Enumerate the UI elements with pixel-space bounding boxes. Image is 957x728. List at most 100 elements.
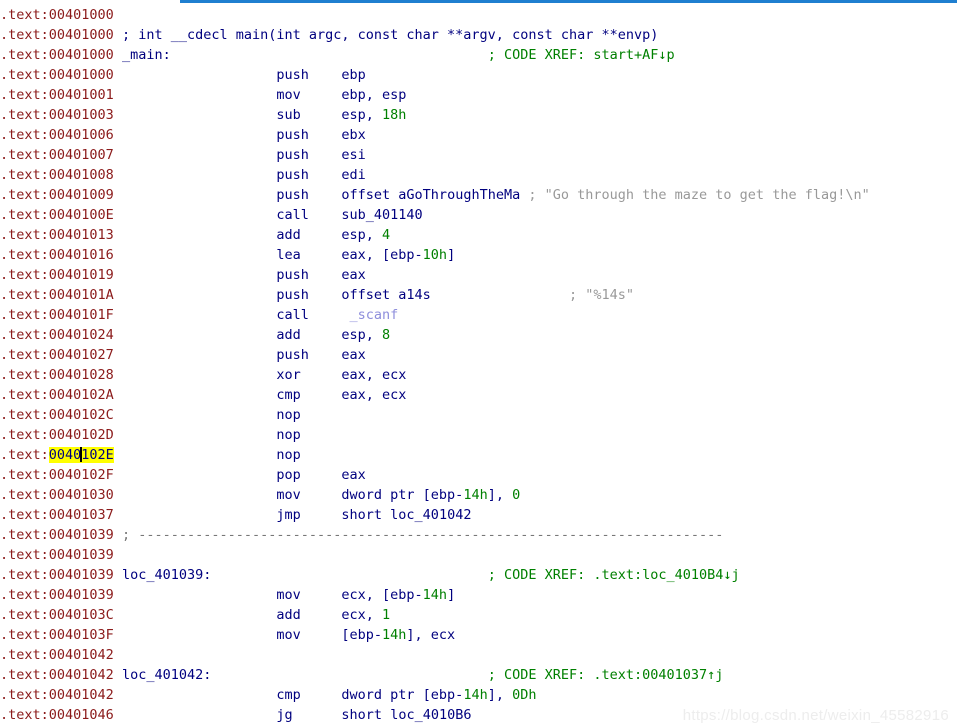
line-address[interactable]: .text:00401037 — [0, 507, 114, 523]
line-address[interactable]: .text:00401000 — [0, 47, 114, 63]
disassembly-line[interactable]: .text:00401042 — [0, 645, 957, 665]
cursor-highlighted-address[interactable]: 0040102E — [48, 447, 114, 463]
line-address[interactable]: .text:00401046 — [0, 707, 114, 723]
line-address[interactable]: .text:0040102D — [0, 427, 114, 443]
disassembly-line[interactable]: .text:0040102C nop — [0, 405, 957, 425]
instruction-mnemonic: cmp — [276, 387, 301, 403]
operand-text: eax, [ebp- — [341, 247, 423, 263]
disassembly-line[interactable]: .text:00401003 sub esp, 18h — [0, 105, 957, 125]
line-address[interactable]: .text:00401039 — [0, 587, 114, 603]
line-address[interactable]: .text:00401013 — [0, 227, 114, 243]
instruction-mnemonic: push — [276, 147, 309, 163]
disassembly-line[interactable]: .text:00401024 add esp, 8 — [0, 325, 957, 345]
line-address[interactable]: .text:00401000 — [0, 67, 114, 83]
operand-immediate: 14h — [422, 587, 448, 603]
instruction-mnemonic: jmp — [276, 507, 301, 523]
disassembly-line[interactable]: .text:0040101A push offset a14s ; "%14s" — [0, 285, 957, 305]
line-address[interactable]: .text:00401042 — [0, 647, 114, 663]
disassembly-line[interactable]: .text:00401013 add esp, 4 — [0, 225, 957, 245]
line-address[interactable]: .text:0040101A — [0, 287, 114, 303]
line-address[interactable]: .text:00401000 — [0, 7, 114, 23]
line-address[interactable]: .text:00401039 — [0, 547, 114, 563]
instruction-mnemonic: nop — [276, 407, 301, 423]
disassembly-line[interactable]: .text:00401000 push ebp — [0, 65, 957, 85]
disassembly-line[interactable]: .text:00401039 loc_401039: ; CODE XREF: … — [0, 565, 957, 585]
operand-immediate: 4 — [382, 227, 391, 243]
line-address[interactable]: .text:0040102E — [0, 447, 114, 463]
disassembly-line[interactable]: .text:00401007 push esi — [0, 145, 957, 165]
operand-text: edi — [341, 167, 366, 183]
disassembly-line[interactable]: .text:00401030 mov dword ptr [ebp-14h], … — [0, 485, 957, 505]
disassembly-line[interactable]: .text:00401042 loc_401042: ; CODE XREF: … — [0, 665, 957, 685]
operand-text: esp, — [341, 327, 383, 343]
disassembly-line[interactable]: .text:00401039 mov ecx, [ebp-14h] — [0, 585, 957, 605]
line-address[interactable]: .text:00401024 — [0, 327, 114, 343]
disassembly-line[interactable]: .text:00401001 mov ebp, esp — [0, 85, 957, 105]
disassembly-line[interactable]: .text:0040103C add ecx, 1 — [0, 605, 957, 625]
disassembly-line[interactable]: .text:0040102F pop eax — [0, 465, 957, 485]
disassembly-line[interactable]: .text:00401039 — [0, 545, 957, 565]
line-address[interactable]: .text:0040100E — [0, 207, 114, 223]
disassembly-listing[interactable]: .text:00401000 .text:00401000 ; int __cde… — [0, 5, 957, 725]
disassembly-line[interactable]: .text:00401000 — [0, 5, 957, 25]
line-address[interactable]: .text:0040102F — [0, 467, 114, 483]
disassembly-line[interactable]: .text:00401000 _main: ; CODE XREF: start… — [0, 45, 957, 65]
disassembly-line[interactable]: .text:0040100E call sub_401140 — [0, 205, 957, 225]
disassembly-line[interactable]: .text:00401006 push ebx — [0, 125, 957, 145]
disassembly-line[interactable]: .text:0040101F call _scanf — [0, 305, 957, 325]
line-address[interactable]: .text:00401039 — [0, 567, 114, 583]
instruction-mnemonic: xor — [276, 367, 301, 383]
line-address[interactable]: .text:0040103C — [0, 607, 114, 623]
line-address[interactable]: .text:0040101F — [0, 307, 114, 323]
disassembly-line[interactable]: .text:0040102D nop — [0, 425, 957, 445]
line-address[interactable]: .text:00401007 — [0, 147, 114, 163]
disassembly-line[interactable]: .text:00401000 ; int __cdecl main(int ar… — [0, 25, 957, 45]
disassembly-line[interactable]: .text:00401019 push eax — [0, 265, 957, 285]
instruction-mnemonic: cmp — [276, 687, 301, 703]
line-address[interactable]: .text:00401001 — [0, 87, 114, 103]
line-address[interactable]: .text:00401003 — [0, 107, 114, 123]
line-address[interactable]: .text:00401019 — [0, 267, 114, 283]
disassembly-line[interactable]: .text:00401009 push offset aGoThroughThe… — [0, 185, 957, 205]
disassembly-line[interactable]: .text:0040102E nop — [0, 445, 957, 465]
line-address[interactable]: .text:00401030 — [0, 487, 114, 503]
operand-text: ], — [487, 687, 513, 703]
line-address[interactable]: .text:00401006 — [0, 127, 114, 143]
disassembly-line[interactable]: .text:0040102A cmp eax, ecx — [0, 385, 957, 405]
disassembly-line[interactable]: .text:00401042 cmp dword ptr [ebp-14h], … — [0, 685, 957, 705]
disassembly-line[interactable]: .text:00401037 jmp short loc_401042 — [0, 505, 957, 525]
line-address[interactable]: .text:00401042 — [0, 687, 114, 703]
disassembly-line[interactable]: .text:00401008 push edi — [0, 165, 957, 185]
line-address[interactable]: .text:00401027 — [0, 347, 114, 363]
disassembly-line[interactable]: .text:00401027 push eax — [0, 345, 957, 365]
disassembly-line[interactable]: .text:00401039 ; -----------------------… — [0, 525, 957, 545]
disassembly-line[interactable]: .text:00401016 lea eax, [ebp-10h] — [0, 245, 957, 265]
line-address[interactable]: .text:00401008 — [0, 167, 114, 183]
line-address[interactable]: .text:00401000 — [0, 27, 114, 43]
line-address[interactable]: .text:00401039 — [0, 527, 114, 543]
disassembly-line[interactable]: .text:0040103F mov [ebp-14h], ecx — [0, 625, 957, 645]
instruction-mnemonic: push — [276, 287, 309, 303]
line-address[interactable]: .text:00401016 — [0, 247, 114, 263]
line-address[interactable]: .text:0040103F — [0, 627, 114, 643]
operand-text: ], — [487, 487, 513, 503]
line-address[interactable]: .text:00401042 — [0, 667, 114, 683]
line-address[interactable]: .text:00401009 — [0, 187, 114, 203]
line-address[interactable]: .text:0040102C — [0, 407, 114, 423]
disassembly-line[interactable]: .text:00401028 xor eax, ecx — [0, 365, 957, 385]
line-address[interactable]: .text:0040102A — [0, 387, 114, 403]
line-address[interactable]: .text:00401028 — [0, 367, 114, 383]
